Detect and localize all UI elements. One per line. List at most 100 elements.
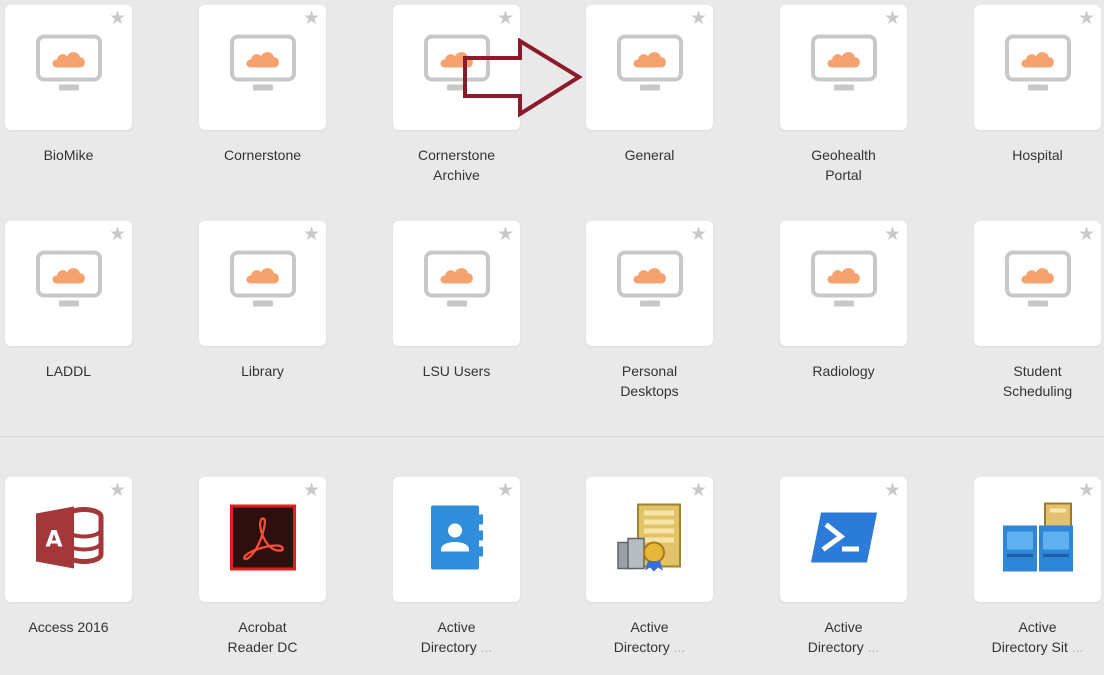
cloud-desktop-icon <box>810 33 877 102</box>
cloud-desktop-icon <box>423 249 490 318</box>
desktop-card[interactable]: ★ <box>780 5 907 130</box>
desktop-card[interactable]: ★ <box>199 5 326 130</box>
favorite-star-icon[interactable]: ★ <box>497 481 514 500</box>
desktop-label-text: Geohealth Portal <box>811 147 876 183</box>
favorite-star-icon[interactable]: ★ <box>1078 481 1095 500</box>
desktop-label-text: Radiology <box>812 363 875 379</box>
desktop-tile-library-7[interactable]: ★ Library <box>194 221 344 411</box>
app-label-text: Active Directory <box>807 619 864 655</box>
cloud-desktop-icon <box>1004 249 1071 318</box>
app-tile-active-directory-sit-5[interactable]: ★ Active Directory Sit ... <box>969 477 1104 667</box>
desktop-card[interactable]: ★ <box>586 5 713 130</box>
cloud-desktop-icon <box>810 249 877 318</box>
cloud-desktop-icon <box>35 33 102 102</box>
app-tile-active-directory-3[interactable]: ★ Active Directory ... <box>581 477 731 667</box>
app-card[interactable]: ★ A <box>5 477 132 602</box>
app-tile-access-2016-0[interactable]: ★ A Access 2016 <box>0 477 150 667</box>
desktop-label: Personal Desktops <box>581 362 718 401</box>
cloud-desktop-icon <box>35 249 102 318</box>
desktop-tile-laddl-6[interactable]: ★ LADDL <box>0 221 150 411</box>
cloud-desktop-icon <box>229 33 296 102</box>
desktop-tile-student-scheduling-11[interactable]: ★ Student Scheduling <box>969 221 1104 411</box>
desktop-tile-radiology-10[interactable]: ★ Radiology <box>775 221 925 411</box>
access-icon: A <box>34 504 104 575</box>
address-book-icon <box>427 504 487 575</box>
desktop-label-text: Library <box>241 363 284 379</box>
app-label: Access 2016 <box>0 618 137 638</box>
app-card[interactable]: ★ <box>780 477 907 602</box>
desktops-grid: ★ BioMike ★ Cornerstone ★ Cornerstone Archive… <box>0 0 1104 430</box>
desktop-label: Cornerstone <box>194 146 331 166</box>
favorite-star-icon[interactable]: ★ <box>690 481 707 500</box>
desktop-tile-biomike-0[interactable]: ★ BioMike <box>0 5 150 195</box>
app-label-text: Active Directory <box>613 619 670 655</box>
desktop-card[interactable]: ★ <box>199 221 326 346</box>
svg-text:A: A <box>45 527 62 552</box>
desktop-card[interactable]: ★ <box>586 221 713 346</box>
desktop-tile-lsu-users-8[interactable]: ★ LSU Users <box>388 221 538 411</box>
app-card[interactable]: ★ <box>393 477 520 602</box>
desktop-card[interactable]: ★ <box>974 221 1101 346</box>
apps-grid: ★ A Access 2016 ★ Acrobat Reader DC ★ Active D… <box>0 477 1104 675</box>
favorite-star-icon[interactable]: ★ <box>109 225 126 244</box>
desktop-card[interactable]: ★ <box>393 221 520 346</box>
app-card[interactable]: ★ <box>586 477 713 602</box>
app-tile-active-directory-4[interactable]: ★ Active Directory ... <box>775 477 925 667</box>
cloud-desktop-icon <box>1004 33 1071 102</box>
desktop-label: Radiology <box>775 362 912 382</box>
favorite-star-icon[interactable]: ★ <box>109 481 126 500</box>
favorite-star-icon[interactable]: ★ <box>303 225 320 244</box>
acrobat-icon <box>229 504 296 575</box>
app-tile-active-directory-2[interactable]: ★ Active Directory ... <box>388 477 538 667</box>
desktop-tile-cornerstone-archive-2[interactable]: ★ Cornerstone Archive <box>388 5 538 195</box>
favorite-star-icon[interactable]: ★ <box>497 9 514 28</box>
desktop-card[interactable]: ★ <box>974 5 1101 130</box>
app-label-text: Active Directory Sit <box>991 619 1068 655</box>
desktop-label-text: Student Scheduling <box>1002 363 1073 399</box>
desktop-tile-hospital-5[interactable]: ★ Hospital <box>969 5 1104 195</box>
app-tile-acrobat-reader-dc-1[interactable]: ★ Acrobat Reader DC <box>194 477 344 667</box>
desktop-tile-general-3[interactable]: ★ General <box>581 5 731 195</box>
app-label-text: Access 2016 <box>28 619 109 635</box>
app-label-text: Active Directory <box>420 619 477 655</box>
desktop-label: Student Scheduling <box>969 362 1104 401</box>
favorite-star-icon[interactable]: ★ <box>884 9 901 28</box>
desktop-label-text: BioMike <box>43 147 94 163</box>
truncation-ellipsis: ... <box>867 638 880 655</box>
desktop-tile-personal-desktops-9[interactable]: ★ Personal Desktops <box>581 221 731 411</box>
app-card[interactable]: ★ <box>974 477 1101 602</box>
desktop-label: Geohealth Portal <box>775 146 912 185</box>
desktop-label-text: General <box>624 147 675 163</box>
favorite-star-icon[interactable]: ★ <box>884 481 901 500</box>
app-label-text: Acrobat Reader DC <box>227 619 298 655</box>
desktop-label: LSU Users <box>388 362 525 382</box>
app-label: Active Directory ... <box>775 618 912 657</box>
desktop-label-text: Cornerstone Archive <box>417 147 496 183</box>
certificate-server-icon <box>614 502 686 577</box>
favorite-star-icon[interactable]: ★ <box>884 225 901 244</box>
desktop-tile-geohealth-portal-4[interactable]: ★ Geohealth Portal <box>775 5 925 195</box>
favorite-star-icon[interactable]: ★ <box>303 481 320 500</box>
desktop-card[interactable]: ★ <box>780 221 907 346</box>
desktop-label: General <box>581 146 718 166</box>
favorite-star-icon[interactable]: ★ <box>1078 9 1095 28</box>
desktop-card[interactable]: ★ <box>5 5 132 130</box>
desktop-label: Cornerstone Archive <box>388 146 525 185</box>
desktop-card[interactable]: ★ <box>393 5 520 130</box>
desktop-label-text: LSU Users <box>422 363 491 379</box>
favorite-star-icon[interactable]: ★ <box>497 225 514 244</box>
desktop-card[interactable]: ★ <box>5 221 132 346</box>
app-card[interactable]: ★ <box>199 477 326 602</box>
favorite-star-icon[interactable]: ★ <box>690 225 707 244</box>
section-divider <box>0 436 1104 437</box>
desktop-tile-cornerstone-1[interactable]: ★ Cornerstone <box>194 5 344 195</box>
favorite-star-icon[interactable]: ★ <box>1078 225 1095 244</box>
favorite-star-icon[interactable]: ★ <box>303 9 320 28</box>
desktop-label: BioMike <box>0 146 137 166</box>
desktop-label-text: Cornerstone <box>223 147 302 163</box>
favorite-star-icon[interactable]: ★ <box>109 9 126 28</box>
favorite-star-icon[interactable]: ★ <box>690 9 707 28</box>
cloud-desktop-icon <box>229 249 296 318</box>
cloud-desktop-icon <box>616 33 683 102</box>
truncation-ellipsis: ... <box>480 638 493 655</box>
